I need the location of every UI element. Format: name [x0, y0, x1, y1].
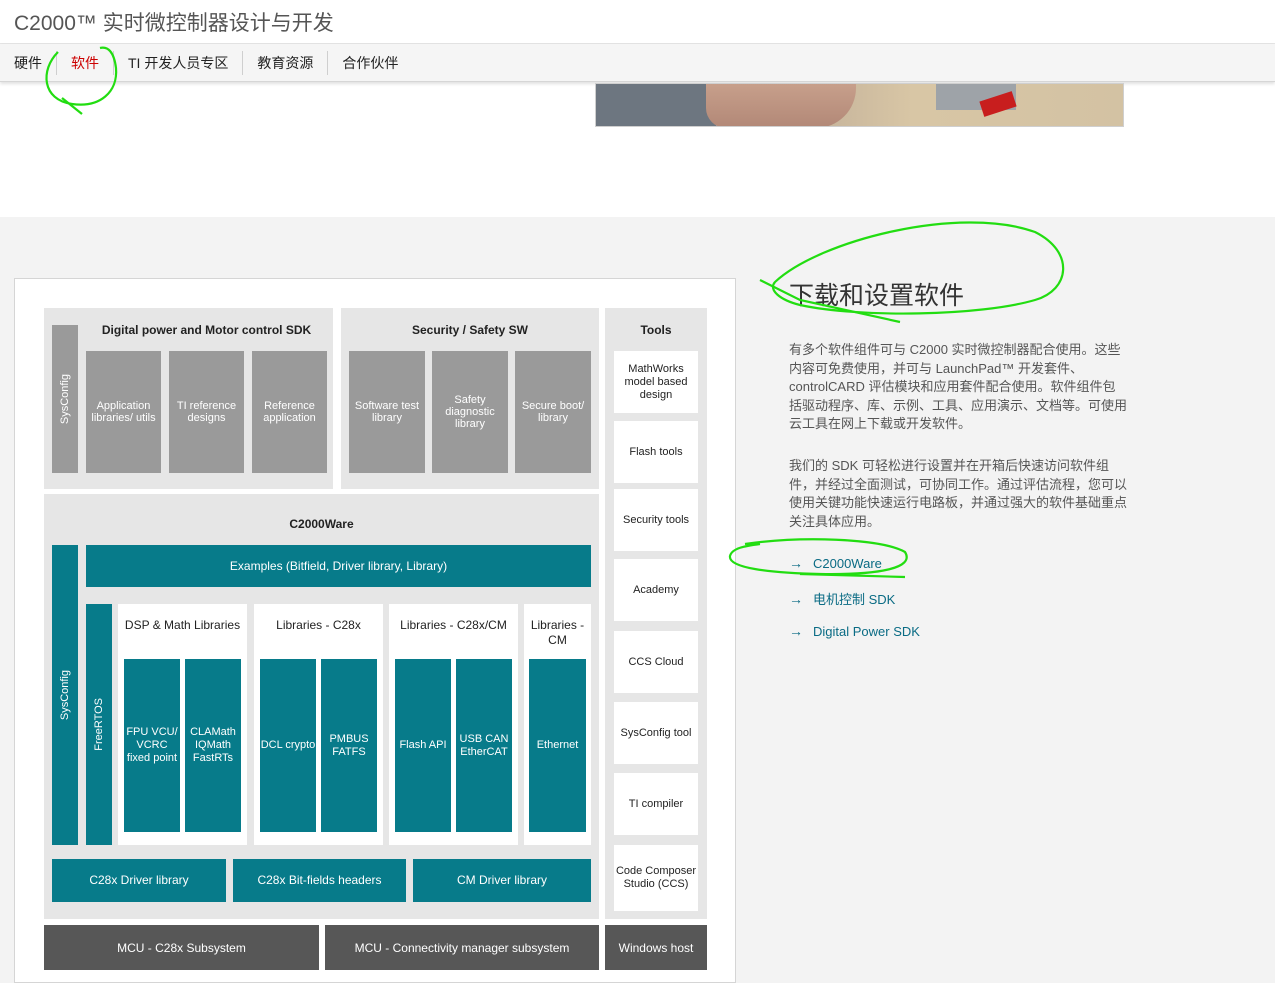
tools-title: Tools	[640, 323, 672, 337]
nav-item-hardware[interactable]: 硬件	[0, 50, 57, 75]
freertos-label: FreeRTOS	[92, 698, 105, 751]
lib-group-title: DSP & Math Libraries	[124, 618, 241, 632]
freertos-bar: FreeRTOS	[86, 604, 112, 845]
tool-item: Flash tools	[614, 421, 698, 483]
photo-shirt	[596, 84, 716, 126]
motor-sdk-sysconfig-bar: SysConfig	[52, 325, 78, 473]
link-motor-control-sdk[interactable]: → 电机控制 SDK	[789, 589, 895, 608]
lib-item: USB CAN EtherCAT	[456, 659, 512, 832]
security-item: Software test library	[349, 351, 425, 473]
arrow-right-icon: →	[789, 623, 803, 639]
tool-item: MathWorks model based design	[614, 351, 698, 413]
lib-group-title: Libraries - C28x	[276, 618, 361, 632]
lib-group-c28x-cm: Libraries - C28x/CM Flash API USB CAN Et…	[389, 604, 518, 845]
photo-arm	[706, 84, 856, 126]
lib-group-title: Libraries - CM	[530, 618, 585, 647]
motor-sdk-item: Reference application	[252, 351, 327, 473]
driver-bar: C28x Bit-fields headers	[233, 859, 406, 902]
arrow-right-icon: →	[789, 555, 803, 571]
tool-item: Security tools	[614, 489, 698, 551]
tool-item: Academy	[614, 559, 698, 621]
motor-sdk-item: Application libraries/ utils	[86, 351, 161, 473]
lib-group-title: Libraries - C28x/CM	[400, 618, 507, 632]
nav-bar: 硬件 软件 TI 开发人员专区 教育资源 合作伙伴	[0, 44, 1275, 82]
nav-item-partners[interactable]: 合作伙伴	[328, 51, 412, 75]
security-item: Secure boot/ library	[515, 351, 591, 473]
annotation-tail-software	[61, 97, 83, 115]
driver-bar: CM Driver library	[413, 859, 591, 902]
nav-item-developer-zone[interactable]: TI 开发人员专区	[114, 50, 244, 75]
tool-item: CCS Cloud	[614, 631, 698, 693]
link-label: Digital Power SDK	[813, 623, 920, 639]
motor-sdk-title: Digital power and Motor control SDK	[101, 323, 312, 337]
motor-sdk-panel: Digital power and Motor control SDK SysC…	[44, 308, 333, 489]
mcu-cm-bar: MCU - Connectivity manager subsystem	[325, 925, 599, 970]
lib-item: Ethernet	[529, 659, 586, 832]
tool-item: TI compiler	[614, 773, 698, 835]
tools-panel: Tools MathWorks model based design Flash…	[605, 308, 707, 919]
lib-item: FPU VCU/ VCRC fixed point	[124, 659, 180, 832]
windows-host-bar: Windows host	[605, 925, 707, 970]
lib-group-c28x: Libraries - C28x DCL crypto PMBUS FATFS	[254, 604, 383, 845]
c2000ware-title: C2000Ware	[289, 517, 354, 531]
intro-paragraph: 有多个软件组件可与 C2000 实时微控制器配合使用。这些内容可免费使用，并可与…	[789, 342, 1128, 431]
section-title: 下载和设置软件	[789, 282, 965, 310]
security-item: Safety diagnostic library	[432, 351, 508, 473]
security-panel: Security / Safety SW Software test libra…	[341, 308, 599, 489]
lib-item: CLAMath IQMath FastRTs	[185, 659, 241, 832]
motor-sdk-sysconfig-label: SysConfig	[59, 373, 71, 425]
lib-item: PMBUS FATFS	[321, 659, 377, 832]
nav-item-education[interactable]: 教育资源	[243, 50, 329, 75]
link-c2000ware[interactable]: → C2000Ware	[789, 555, 882, 571]
c2000ware-sysconfig-label: SysConfig	[58, 669, 71, 721]
lib-group-dsp: DSP & Math Libraries FPU VCU/ VCRC fixed…	[118, 604, 247, 845]
nav-item-software[interactable]: 软件	[57, 50, 114, 75]
top-bar: C2000™ 实时微控制器设计与开发	[0, 0, 1275, 44]
c2000ware-sysconfig-bar: SysConfig	[52, 545, 78, 845]
examples-bar: Examples (Bitfield, Driver library, Libr…	[86, 545, 591, 587]
c2000ware-panel: C2000Ware SysConfig Examples (Bitfield, …	[44, 494, 599, 919]
link-label: 电机控制 SDK	[813, 592, 896, 607]
link-label: C2000Ware	[813, 555, 882, 571]
lib-group-cm: Libraries - CM Ethernet	[524, 604, 591, 845]
motor-sdk-item: TI reference designs	[169, 351, 244, 473]
security-title: Security / Safety SW	[411, 323, 529, 337]
tool-item: Code Composer Studio (CCS)	[614, 845, 698, 911]
hero-photo	[595, 83, 1124, 127]
sdk-paragraph: 我们的 SDK 可轻松进行设置并在开箱后快速访问软件组件，并经过全面测试，可协同…	[789, 458, 1128, 529]
lib-item: DCL crypto	[260, 659, 316, 832]
mcu-c28x-bar: MCU - C28x Subsystem	[44, 925, 319, 970]
page-title: C2000™ 实时微控制器设计与开发	[14, 12, 334, 35]
driver-bar: C28x Driver library	[52, 859, 226, 902]
tool-item: SysConfig tool	[614, 702, 698, 764]
software-diagram: Digital power and Motor control SDK SysC…	[14, 278, 736, 983]
lib-item: Flash API	[395, 659, 451, 832]
link-digital-power-sdk[interactable]: → Digital Power SDK	[789, 623, 920, 639]
arrow-right-icon: →	[789, 590, 803, 607]
